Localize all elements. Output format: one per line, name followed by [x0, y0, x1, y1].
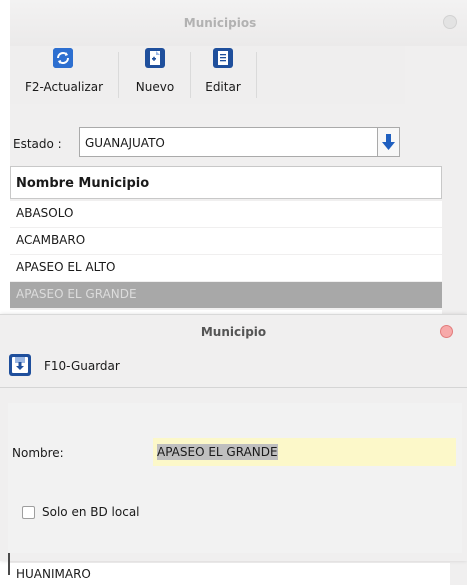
- local-db-checkbox-label[interactable]: Solo en BD local: [42, 505, 140, 519]
- toolbar-divider: [118, 52, 119, 98]
- estado-label: Estado :: [13, 137, 62, 151]
- toolbar-divider: [256, 52, 257, 98]
- dialog-form: Nombre: APASEO EL GRANDE Solo en BD loca…: [8, 403, 462, 553]
- title-bar: Municipios: [10, 0, 467, 46]
- dialog-title: Municipio: [200, 325, 267, 339]
- save-label: F10-Guardar: [44, 359, 120, 373]
- dialog-divider: [0, 387, 467, 388]
- dialog-save-button[interactable]: F10-Guardar: [0, 347, 467, 383]
- local-db-checkbox[interactable]: [22, 506, 35, 519]
- municipio-dialog: Municipio F10-Guardar Nombre: APASEO EL …: [0, 314, 467, 561]
- arrow-down-icon: [382, 134, 395, 150]
- estado-dropdown-button[interactable]: [377, 127, 400, 157]
- toolbar: F2-Actualizar Nuevo Editar: [10, 46, 405, 104]
- name-field[interactable]: APASEO EL GRANDE: [153, 438, 456, 466]
- edit-document-icon: [213, 48, 233, 68]
- name-field-value: APASEO EL GRANDE: [157, 444, 278, 460]
- list-item[interactable]: ACAMBARO: [10, 228, 442, 254]
- list-item[interactable]: APASEO EL ALTO: [10, 255, 442, 281]
- dialog-close-button[interactable]: [440, 325, 453, 338]
- dialog-title-bar: Municipio: [0, 315, 467, 345]
- list-item[interactable]: ABASOLO: [10, 201, 442, 227]
- list-header[interactable]: Nombre Municipio: [10, 166, 442, 199]
- edit-button[interactable]: Editar: [192, 46, 254, 102]
- window-title: Municipios: [183, 16, 257, 30]
- refresh-button[interactable]: F2-Actualizar: [10, 46, 118, 102]
- edit-label: Editar: [205, 80, 241, 94]
- estado-row: Estado : GUANAJUATO: [10, 124, 467, 164]
- refresh-label: F2-Actualizar: [24, 80, 104, 94]
- estado-select[interactable]: GUANAJUATO: [79, 127, 379, 157]
- list-item-selected[interactable]: APASEO EL GRANDE: [10, 282, 442, 308]
- new-button[interactable]: Nuevo: [120, 46, 190, 102]
- refresh-icon: [53, 48, 73, 68]
- new-document-icon: [145, 48, 165, 68]
- list-item[interactable]: HUANIMARO: [10, 563, 450, 585]
- toolbar-divider: [190, 52, 191, 98]
- new-label: Nuevo: [135, 80, 175, 94]
- name-label: Nombre:: [12, 446, 64, 460]
- window-close-button[interactable]: [443, 15, 457, 29]
- save-icon: [9, 354, 31, 376]
